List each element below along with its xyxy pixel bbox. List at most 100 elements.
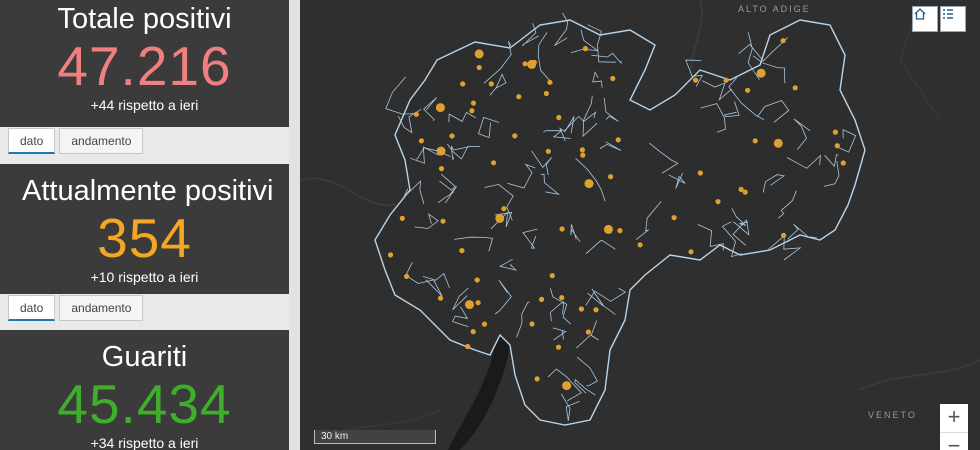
case-dot[interactable] — [580, 152, 586, 158]
case-dot[interactable] — [637, 242, 643, 248]
case-dot[interactable] — [449, 133, 455, 139]
case-dot[interactable] — [671, 215, 677, 221]
card-guariti: Guariti 45.434 +34 rispetto a ieri — [0, 330, 289, 450]
case-dot[interactable] — [745, 87, 751, 93]
case-dot[interactable] — [715, 199, 721, 205]
case-dot[interactable] — [527, 59, 537, 69]
card-title: Attualmente positivi — [22, 175, 274, 207]
case-dot[interactable] — [481, 321, 488, 327]
case-dot[interactable] — [579, 147, 585, 153]
panel-scrollbar[interactable] — [289, 0, 300, 450]
tab-andamento[interactable]: andamento — [59, 295, 144, 321]
tab-andamento[interactable]: andamento — [59, 128, 144, 154]
case-dot[interactable] — [476, 64, 482, 71]
case-dot[interactable] — [834, 143, 840, 149]
case-dot[interactable] — [534, 376, 540, 382]
card-title: Guariti — [101, 341, 188, 373]
case-dot[interactable] — [435, 103, 445, 113]
case-dot[interactable] — [549, 273, 555, 279]
home-button[interactable] — [912, 6, 938, 32]
case-dot[interactable] — [404, 273, 410, 279]
card-attualmente-positivi: Attualmente positivi 354 +10 rispetto a … — [0, 164, 289, 294]
card-tabs: dato andamento — [8, 295, 144, 321]
case-dot[interactable] — [512, 133, 518, 139]
case-dot[interactable] — [469, 108, 475, 114]
case-dot[interactable] — [516, 94, 522, 100]
case-dot[interactable] — [555, 344, 562, 350]
case-dot[interactable] — [582, 46, 588, 52]
case-dot[interactable] — [474, 277, 480, 283]
case-dot[interactable] — [832, 129, 839, 135]
case-dot[interactable] — [465, 300, 474, 310]
case-dot[interactable] — [387, 252, 394, 258]
case-dot[interactable] — [756, 68, 766, 78]
case-dot[interactable] — [585, 329, 591, 335]
region-label-veneto: VENETO — [868, 410, 917, 420]
case-dot[interactable] — [529, 321, 535, 327]
case-dot[interactable] — [543, 90, 549, 97]
home-icon — [914, 8, 926, 20]
case-dot[interactable] — [522, 61, 528, 67]
case-dot[interactable] — [840, 160, 846, 166]
case-dot[interactable] — [438, 166, 445, 172]
map-view[interactable]: ALTO ADIGE VENETO + − 30 km — [300, 0, 980, 450]
case-dot[interactable] — [723, 77, 729, 83]
case-dot[interactable] — [437, 295, 444, 301]
case-dot[interactable] — [539, 296, 545, 302]
case-dot[interactable] — [440, 218, 446, 224]
case-dot[interactable] — [697, 170, 703, 176]
zoom-in-button[interactable]: + — [940, 404, 968, 432]
list-icon — [943, 9, 953, 19]
case-dot[interactable] — [501, 206, 507, 212]
case-dot[interactable] — [693, 77, 699, 83]
case-dot[interactable] — [547, 79, 553, 85]
case-dot[interactable] — [556, 114, 562, 121]
case-dot[interactable] — [436, 146, 446, 156]
case-dot[interactable] — [495, 213, 505, 223]
card-totale-positivi: Totale positivi 47.216 +44 rispetto a ie… — [0, 0, 289, 127]
scale-bar: 30 km — [314, 430, 436, 444]
case-dot[interactable] — [780, 38, 786, 44]
case-dot[interactable] — [773, 138, 783, 148]
region-label-alto-adige: ALTO ADIGE — [738, 4, 811, 14]
case-dot[interactable] — [418, 138, 424, 144]
tab-dato[interactable]: dato — [8, 295, 56, 321]
case-dot[interactable] — [475, 300, 481, 306]
case-dot[interactable] — [617, 228, 623, 234]
map-canvas — [300, 0, 980, 450]
region-boundary — [374, 19, 866, 426]
case-dot[interactable] — [488, 81, 494, 87]
case-dot[interactable] — [781, 232, 787, 238]
case-dot[interactable] — [603, 224, 613, 234]
case-dot[interactable] — [470, 100, 477, 106]
case-dot[interactable] — [559, 226, 565, 232]
zoom-out-button[interactable]: − — [940, 432, 968, 450]
case-dot[interactable] — [792, 85, 798, 91]
case-dot[interactable] — [593, 307, 599, 313]
case-dot[interactable] — [470, 329, 476, 335]
case-dot[interactable] — [615, 137, 621, 143]
legend-button[interactable] — [940, 6, 966, 32]
card-value: 47.216 — [57, 35, 232, 97]
case-dot[interactable] — [688, 249, 694, 255]
case-dot[interactable] — [460, 81, 466, 87]
case-dot[interactable] — [562, 381, 572, 391]
card-value: 354 — [97, 207, 192, 269]
case-dot[interactable] — [742, 189, 748, 195]
case-dot[interactable] — [474, 49, 484, 59]
case-dot[interactable] — [584, 179, 594, 189]
case-dot[interactable] — [399, 215, 405, 221]
case-dot[interactable] — [752, 138, 758, 144]
tab-dato[interactable]: dato — [8, 128, 56, 154]
case-dot[interactable] — [413, 111, 419, 117]
case-dot[interactable] — [610, 75, 616, 82]
case-dot[interactable] — [491, 160, 497, 166]
case-dot[interactable] — [578, 306, 584, 312]
card-tabs: dato andamento — [8, 128, 144, 154]
case-dot[interactable] — [608, 174, 614, 180]
card-delta: +34 rispetto a ieri — [90, 435, 199, 450]
case-dot[interactable] — [559, 295, 565, 301]
case-dot[interactable] — [459, 248, 465, 254]
case-dot[interactable] — [545, 148, 551, 154]
case-dot[interactable] — [465, 343, 471, 350]
